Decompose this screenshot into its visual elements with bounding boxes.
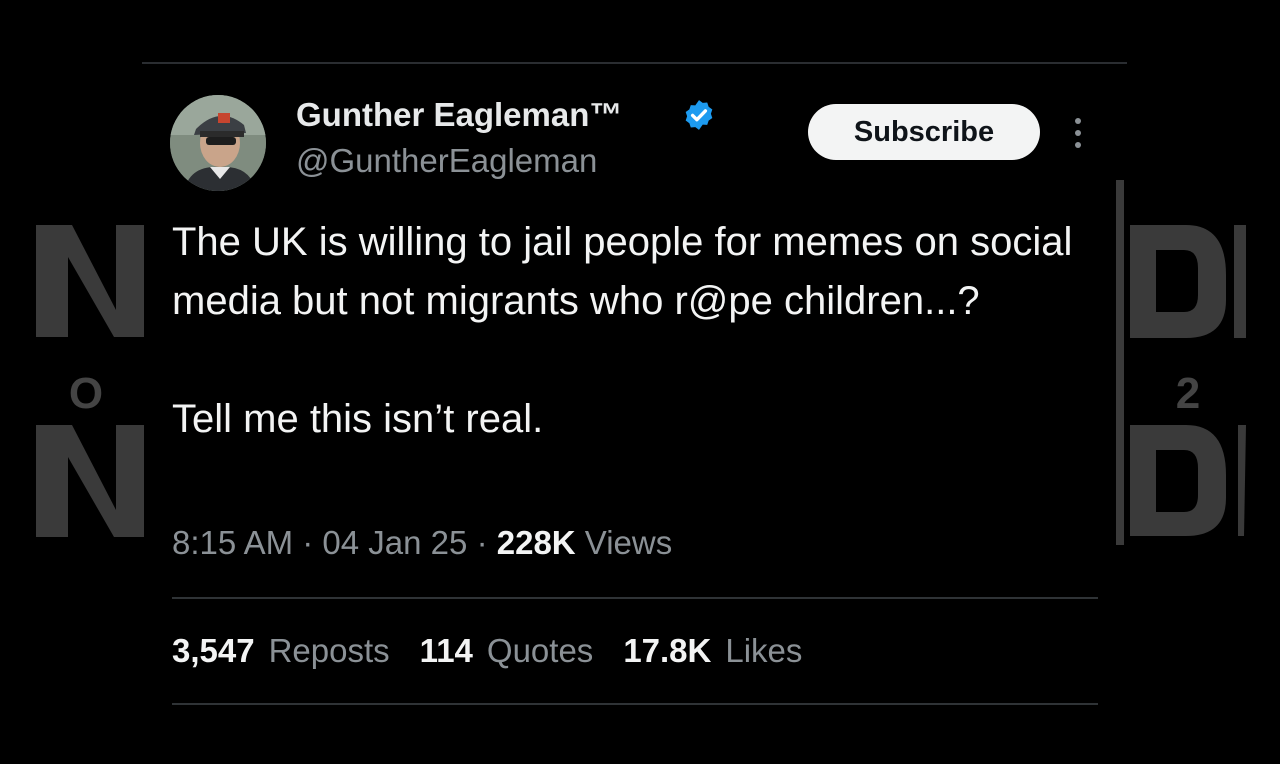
reposts-stat[interactable]: 3,547 Reposts	[172, 632, 390, 670]
background-letter-left-middle: O	[69, 369, 103, 418]
stats-divider-bottom	[172, 703, 1098, 705]
quotes-label: Quotes	[486, 632, 594, 669]
stats-divider-top	[172, 597, 1098, 599]
engagement-stats: 3,547 Reposts 114 Quotes 17.8K Likes	[172, 632, 802, 670]
reposts-count: 3,547	[172, 632, 255, 669]
user-handle[interactable]: @GuntherEagleman	[296, 142, 597, 180]
avatar[interactable]	[170, 95, 266, 191]
tweet-text: The UK is willing to jail people for mem…	[172, 213, 1102, 449]
views-count: 228K	[496, 524, 576, 561]
background-graphic-left: O O	[36, 225, 144, 537]
background-graphic-right: 2	[1116, 180, 1246, 545]
subscribe-button[interactable]: Subscribe	[808, 104, 1040, 160]
more-vertical-icon[interactable]	[1066, 116, 1090, 150]
likes-label: Likes	[725, 632, 803, 669]
reposts-label: Reposts	[268, 632, 390, 669]
tweet-date[interactable]: 04 Jan 25	[322, 524, 467, 561]
verified-badge-icon	[685, 100, 713, 130]
quotes-count: 114	[419, 632, 473, 669]
likes-stat[interactable]: 17.8K Likes	[623, 632, 802, 670]
background-letter-right-middle: 2	[1176, 369, 1200, 418]
tweet-meta: 8:15 AM · 04 Jan 25 · 228K Views	[172, 524, 672, 562]
tweet-paragraph: The UK is willing to jail people for mem…	[172, 220, 1073, 323]
meta-separator: ·	[476, 524, 488, 561]
tweet-time[interactable]: 8:15 AM	[172, 524, 293, 561]
tweet-paragraph: Tell me this isn’t real.	[172, 397, 544, 441]
display-name[interactable]: Gunther Eagleman™	[296, 96, 622, 134]
top-divider	[142, 62, 1127, 64]
likes-count: 17.8K	[623, 632, 712, 669]
avatar-image	[170, 95, 266, 191]
views-label: Views	[584, 524, 673, 561]
quotes-stat[interactable]: 114 Quotes	[420, 632, 594, 670]
meta-separator: ·	[302, 524, 314, 561]
